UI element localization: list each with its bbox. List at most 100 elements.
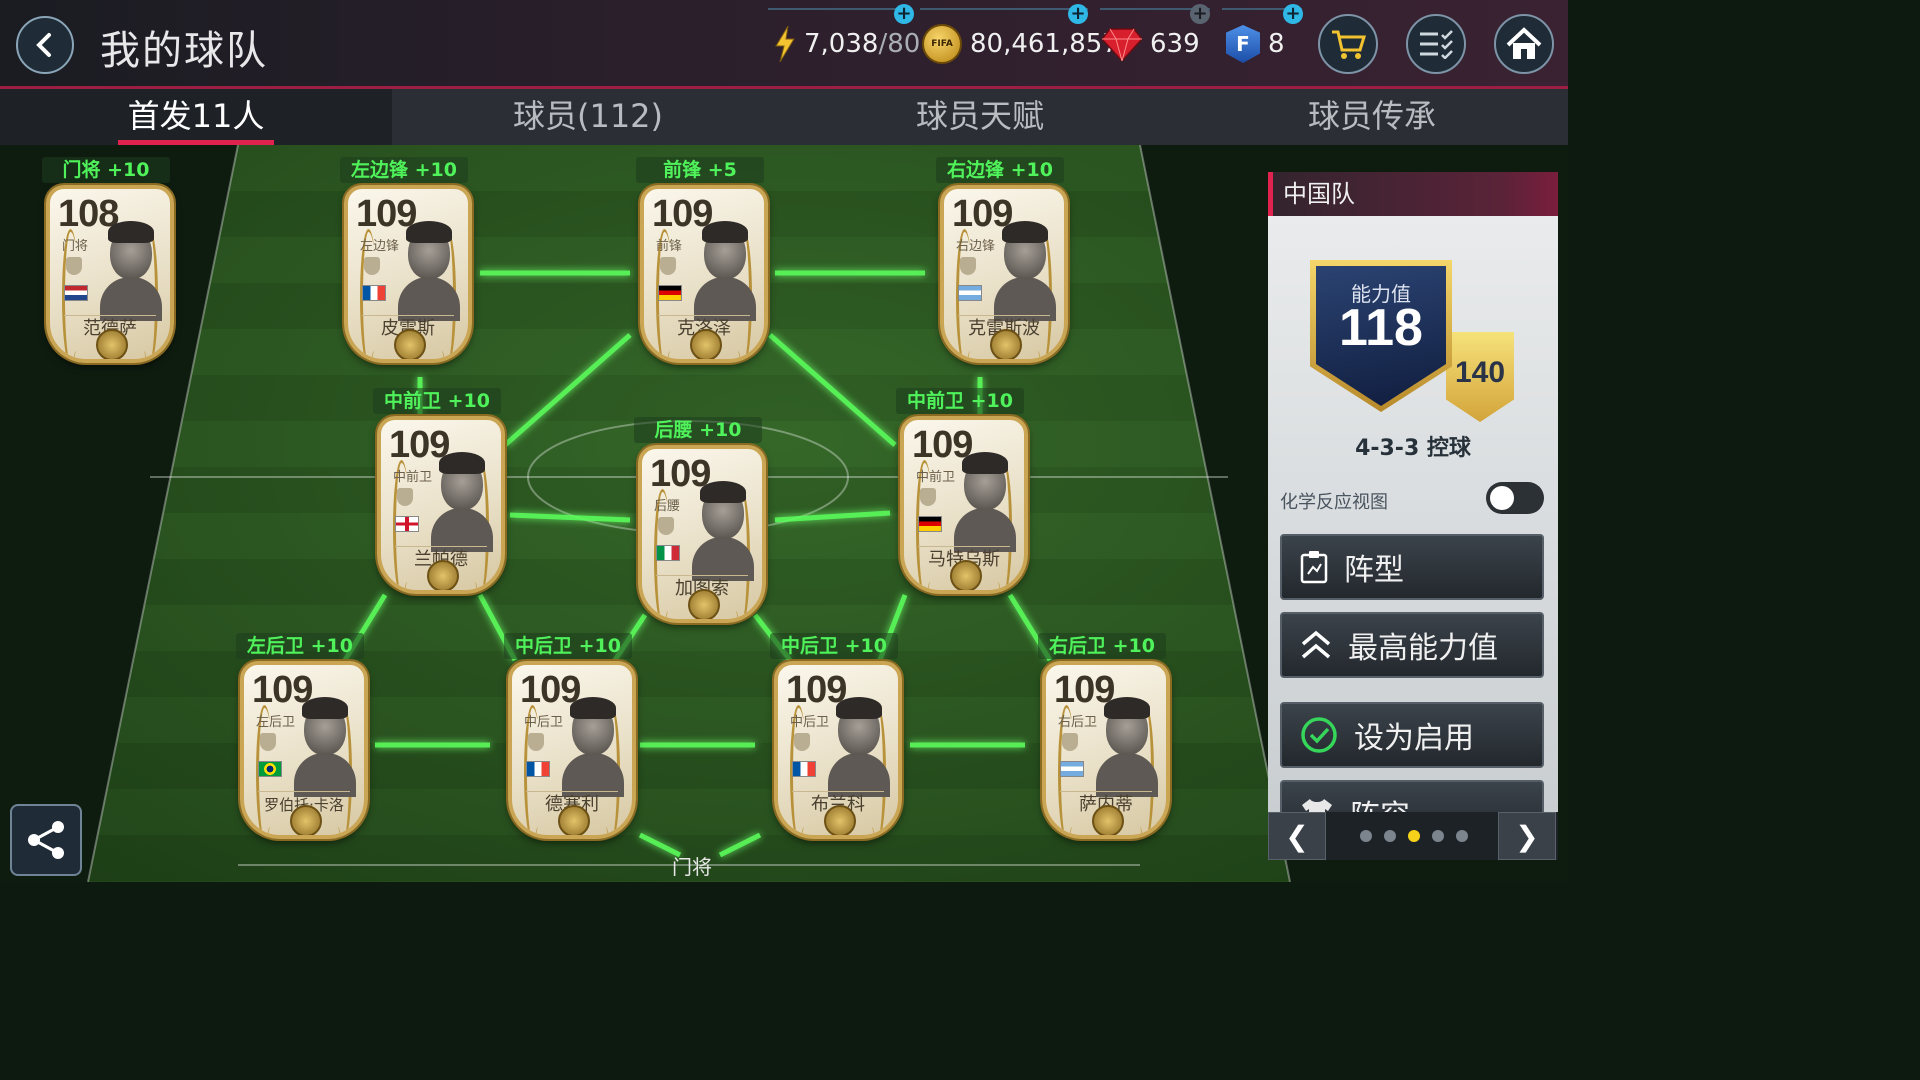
set-active-button[interactable]: 设为启用 <box>1280 702 1544 768</box>
team-name: 中国队 <box>1268 172 1558 216</box>
player-card-lcb[interactable]: 中后卫 +10 109 中后卫 德塞利 <box>488 633 648 843</box>
icon-emblem <box>528 733 544 751</box>
player-card-gk[interactable]: 门将 +10 108 门将 范德萨 <box>26 157 186 367</box>
tab-label: 首发11人 <box>127 97 265 135</box>
player-position: 中前卫 <box>393 470 433 485</box>
page-title: 我的球队 <box>100 28 268 74</box>
icon-emblem <box>794 733 810 751</box>
add-energy-button[interactable]: + <box>894 4 914 24</box>
coins-counter: FIFA 80,461,857 <box>922 24 1119 64</box>
player-card-rcb[interactable]: 中后卫 +10 109 中后卫 布兰科 <box>754 633 914 843</box>
add-coins-button[interactable]: + <box>1068 4 1088 24</box>
home-button[interactable] <box>1494 14 1554 74</box>
player-card-st[interactable]: 前锋 +5 109 前锋 克洛泽 <box>620 157 780 367</box>
goalkeeper-marker: 门将 <box>672 855 712 879</box>
energy-bar-line <box>768 8 906 10</box>
player-card-cdm[interactable]: 后腰 +10 109 后腰 加图索 <box>618 417 778 627</box>
gems-value: 639 <box>1150 29 1200 59</box>
add-gems-button[interactable]: + <box>1190 4 1210 24</box>
page-dot[interactable] <box>1456 830 1468 842</box>
flag-france-icon <box>526 761 550 777</box>
best-ovr-button-label: 最高能力值 <box>1348 631 1498 666</box>
player-portrait <box>694 217 756 321</box>
best-ovr-button[interactable]: 最高能力值 <box>1280 612 1544 678</box>
icon-emblem <box>960 257 976 275</box>
formation-button[interactable]: 阵型 <box>1280 534 1544 600</box>
chemistry-view-toggle[interactable] <box>1486 482 1544 514</box>
pager-next-button[interactable]: ❯ <box>1498 812 1556 860</box>
flag-france-icon <box>362 285 386 301</box>
coins-bar-line <box>920 8 1088 10</box>
player-position: 右后卫 <box>1058 715 1098 730</box>
lightning-icon <box>775 26 795 62</box>
medal-icon <box>688 589 720 619</box>
player-portrait <box>100 217 162 321</box>
set-active-button-label: 设为启用 <box>1354 721 1474 756</box>
page-dot-active[interactable] <box>1408 830 1420 842</box>
player-portrait <box>692 477 754 581</box>
player-card-rw[interactable]: 右边锋 +10 109 右边锋 克雷斯波 <box>920 157 1080 367</box>
player-position: 左后卫 <box>256 715 296 730</box>
panel-pager: ❮ ❯ <box>1268 812 1558 860</box>
cart-icon <box>1332 30 1366 59</box>
slot-position-label: 中前卫 +10 <box>896 388 1024 414</box>
page-dot[interactable] <box>1360 830 1372 842</box>
medal-icon <box>394 329 426 359</box>
medal-icon <box>1092 805 1124 835</box>
back-button[interactable] <box>16 16 74 74</box>
player-position: 左边锋 <box>360 239 400 254</box>
tasks-button[interactable] <box>1406 14 1466 74</box>
card: 109 中前卫 马特乌斯 <box>900 416 1028 594</box>
player-portrait <box>828 693 890 797</box>
player-card-lw[interactable]: 左边锋 +10 109 左边锋 皮雷斯 <box>324 157 484 367</box>
card: 109 左边锋 皮雷斯 <box>344 185 472 363</box>
player-position: 门将 <box>62 239 89 254</box>
medal-icon <box>96 329 128 359</box>
player-card-lb[interactable]: 左后卫 +10 109 左后卫 罗伯托·卡洛斯 <box>220 633 380 843</box>
slot-position-label: 右后卫 +10 <box>1038 633 1166 659</box>
medal-icon <box>950 560 982 590</box>
slot-position-label: 右边锋 +10 <box>936 157 1064 183</box>
coins-value: 80,461,857 <box>970 29 1119 59</box>
ovr-value: 118 <box>1339 299 1423 357</box>
card: 109 前锋 克洛泽 <box>640 185 768 363</box>
player-portrait <box>398 217 460 321</box>
tab-player-talents[interactable]: 球员天赋 <box>784 89 1176 145</box>
energy-max: /80 <box>878 29 921 59</box>
checklist-icon <box>1420 30 1453 59</box>
page-dot[interactable] <box>1432 830 1444 842</box>
add-points-button[interactable]: + <box>1283 4 1303 24</box>
medal-icon <box>990 329 1022 359</box>
player-card-rb[interactable]: 右后卫 +10 109 右后卫 萨内蒂 <box>1022 633 1182 843</box>
tab-label: 球员传承 <box>1307 97 1436 135</box>
gem-icon <box>1102 28 1142 61</box>
tab-starting-eleven[interactable]: 首发11人 <box>0 89 392 145</box>
top-bar: 我的球队 + 7,038/80 + FIFA 80,461,857 + 639 … <box>0 0 1568 89</box>
tab-players[interactable]: 球员(112) <box>392 89 784 145</box>
card: 109 中后卫 德塞利 <box>508 661 636 839</box>
card: 109 后腰 加图索 <box>638 445 766 623</box>
card: 109 中前卫 兰帕德 <box>377 416 505 594</box>
player-portrait <box>954 448 1016 552</box>
icon-emblem <box>364 257 380 275</box>
pager-prev-button[interactable]: ❮ <box>1268 812 1326 860</box>
page-dot[interactable] <box>1384 830 1396 842</box>
shop-button[interactable] <box>1318 14 1378 74</box>
flag-germany-icon <box>918 516 942 532</box>
team-summary: 140 能力值 118 4-3-3 控球 化学反应视图 阵型 最高能力值 设为启… <box>1268 216 1558 846</box>
tab-bar: 首发11人 球员(112) 球员天赋 球员传承 <box>0 89 1568 145</box>
slot-position-label: 中后卫 +10 <box>770 633 898 659</box>
player-card-rcm[interactable]: 中前卫 +10 109 中前卫 马特乌斯 <box>880 388 1040 598</box>
player-position: 后腰 <box>654 499 681 514</box>
icon-emblem <box>397 488 413 506</box>
flag-netherlands-icon <box>64 285 88 301</box>
slot-position-label: 左边锋 +10 <box>340 157 468 183</box>
player-card-lcm[interactable]: 中前卫 +10 109 中前卫 兰帕德 <box>357 388 517 598</box>
tab-player-legacy[interactable]: 球员传承 <box>1176 89 1568 145</box>
slot-position-label: 中前卫 +10 <box>373 388 501 414</box>
card: 109 中后卫 布兰科 <box>774 661 902 839</box>
energy-counter: 7,038/80 <box>774 24 920 64</box>
share-button[interactable] <box>10 804 82 876</box>
player-position: 中后卫 <box>790 715 830 730</box>
medal-icon <box>427 560 459 590</box>
